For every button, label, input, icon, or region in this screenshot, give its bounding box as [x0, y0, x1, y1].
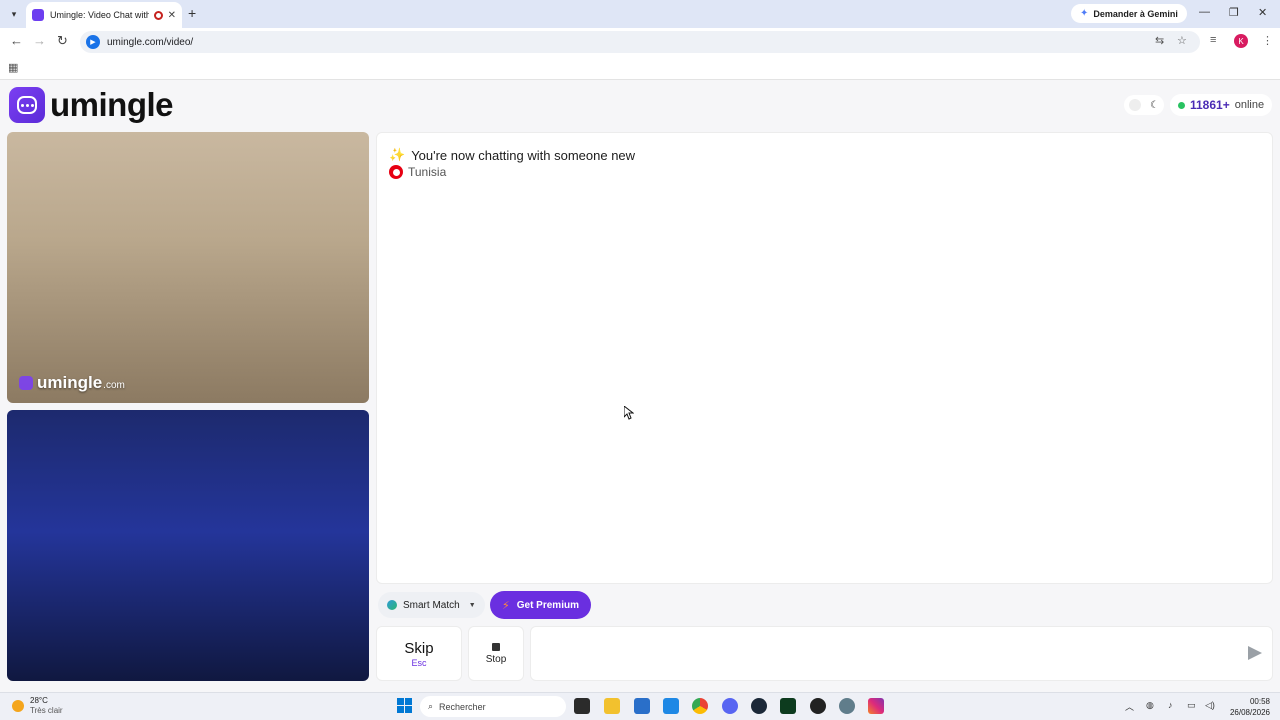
weather-condition: Très clair [30, 706, 63, 715]
browser-tab-bar: ▾ Umingle: Video Chat with S ✕ + ✦ Deman… [0, 0, 1280, 28]
gemini-label: Demander à Gemini [1093, 8, 1178, 19]
chat-panel: ✨ You're now chatting with someone new T… [376, 132, 1273, 584]
taskbar-clock[interactable]: 00:58 26/08/2026 [1226, 696, 1270, 718]
umingle-favicon [32, 9, 44, 21]
smart-match-dropdown[interactable]: Smart Match ▼ [378, 592, 485, 618]
browser-tab[interactable]: Umingle: Video Chat with S ✕ [26, 2, 182, 28]
address-bar-row: ← → ↻ ▶ umingle.com/video/ ⇆ ☆ ≡ K ⋮ [0, 28, 1280, 56]
weather-temperature: 28°C [30, 696, 48, 705]
discord-icon[interactable] [722, 698, 738, 714]
clock-time: 00:58 [1249, 697, 1270, 706]
online-status-dot [1178, 101, 1185, 109]
windows-start-icon[interactable] [397, 698, 412, 713]
umingle-page: umingle ☾ 11861+ online umingle .com ✨ Y… [0, 80, 1280, 692]
weather-widget[interactable]: 28°C Très clair [12, 696, 63, 716]
translate-icon[interactable]: ⇆ [1155, 34, 1164, 47]
smart-match-label: Smart Match [403, 599, 460, 611]
terminal-app-icon[interactable] [780, 698, 796, 714]
logo-text: umingle [50, 86, 174, 123]
display-icon[interactable]: ▭ [1187, 700, 1196, 711]
gemini-icon: ✦ [1080, 8, 1089, 19]
tab-search-icon[interactable]: ▾ [6, 6, 22, 22]
reload-icon[interactable]: ↻ [57, 33, 68, 49]
media-control-icon[interactable]: ≡ [1210, 34, 1216, 46]
skip-shortcut: Esc [411, 657, 427, 668]
bookmarks-bar: ▦ [0, 56, 1280, 80]
chat-status-message: ✨ You're now chatting with someone new [389, 147, 635, 163]
moon-icon: ☾ [1150, 99, 1159, 111]
weather-sun-icon [12, 700, 24, 712]
back-icon[interactable]: ← [10, 33, 23, 48]
recording-icon [153, 10, 163, 20]
dark-mode-toggle[interactable]: ☾ [1124, 95, 1164, 115]
maximize-icon[interactable]: ❐ [1229, 6, 1239, 19]
message-box [530, 626, 1273, 681]
site-info-icon[interactable]: ▶ [86, 35, 100, 49]
umingle-logo[interactable]: umingle [9, 86, 174, 124]
url-field[interactable]: ▶ umingle.com/video/ [80, 31, 1200, 53]
premium-label: Get Premium [516, 599, 579, 611]
close-tab-icon[interactable]: ✕ [168, 10, 176, 21]
message-input[interactable] [531, 627, 1211, 680]
watermark-domain: .com [103, 380, 125, 391]
new-tab-button[interactable]: + [188, 5, 196, 21]
tunisia-flag-icon [389, 165, 403, 179]
video-watermark: umingle .com [19, 373, 125, 393]
online-counter: 11861+ online [1170, 94, 1273, 116]
stop-label: Stop [485, 653, 507, 665]
clock-date: 26/08/2026 [1229, 708, 1270, 717]
stranger-country: Tunisia [389, 165, 446, 179]
send-icon[interactable] [1248, 646, 1262, 660]
bolt-icon: ⚡ [502, 599, 510, 612]
store-icon[interactable] [634, 698, 650, 714]
online-label: online [1234, 99, 1265, 111]
task-view-icon[interactable] [574, 698, 590, 714]
mouse-cursor-icon [624, 406, 634, 420]
sparkles-icon: ✨ [389, 147, 406, 162]
steam-icon[interactable] [751, 698, 767, 714]
tray-chevron-up-icon[interactable]: ︿ [1125, 700, 1134, 713]
apps-grid-icon[interactable]: ▦ [8, 61, 18, 74]
skip-button[interactable]: Skip Esc [376, 626, 462, 681]
chevron-down-icon: ▼ [468, 601, 476, 609]
url-text: umingle.com/video/ [107, 36, 194, 48]
tray-network-icon[interactable]: ◍ [1146, 700, 1154, 711]
stop-icon [492, 642, 500, 651]
outlook-icon[interactable] [663, 698, 679, 714]
online-count: 11861+ [1190, 98, 1230, 112]
profile-avatar[interactable]: K [1234, 34, 1248, 48]
get-premium-button[interactable]: ⚡ Get Premium [490, 591, 591, 619]
country-name: Tunisia [408, 165, 447, 179]
skip-label: Skip [404, 639, 434, 657]
logo-chat-icon [9, 87, 45, 123]
tab-title: Umingle: Video Chat with S [50, 10, 149, 20]
file-explorer-icon[interactable] [604, 698, 620, 714]
watermark-brand: umingle [37, 373, 103, 392]
self-video [7, 410, 369, 681]
browser-menu-icon[interactable]: ⋮ [1262, 34, 1273, 47]
settings-gear-icon[interactable] [839, 698, 855, 714]
toggle-knob [1129, 99, 1141, 111]
minimize-icon[interactable]: — [1199, 6, 1210, 18]
stranger-video: umingle .com [7, 132, 369, 403]
bookmark-star-icon[interactable]: ☆ [1177, 34, 1187, 47]
taskbar-search[interactable]: ⌕ Rechercher [420, 696, 566, 717]
stop-button[interactable]: Stop [468, 626, 524, 681]
volume-icon[interactable]: ◁) [1205, 700, 1215, 711]
search-icon: ⌕ [428, 701, 434, 711]
forward-icon[interactable]: → [33, 33, 46, 48]
taskbar-search-label: Rechercher [439, 701, 486, 712]
instagram-icon[interactable] [868, 698, 884, 714]
chrome-icon[interactable] [692, 698, 708, 714]
watermark-logo-icon [19, 376, 33, 390]
windows-taskbar: 28°C Très clair ⌕ Rechercher ︿ ◍ ♪ ▭ ◁) … [0, 692, 1280, 720]
microphone-icon[interactable]: ♪ [1168, 700, 1173, 710]
app-icon[interactable] [810, 698, 826, 714]
chat-status-text: You're now chatting with someone new [411, 147, 636, 163]
globe-icon [387, 600, 397, 610]
close-window-icon[interactable]: ✕ [1258, 6, 1267, 19]
gemini-button[interactable]: ✦ Demander à Gemini [1071, 4, 1187, 23]
